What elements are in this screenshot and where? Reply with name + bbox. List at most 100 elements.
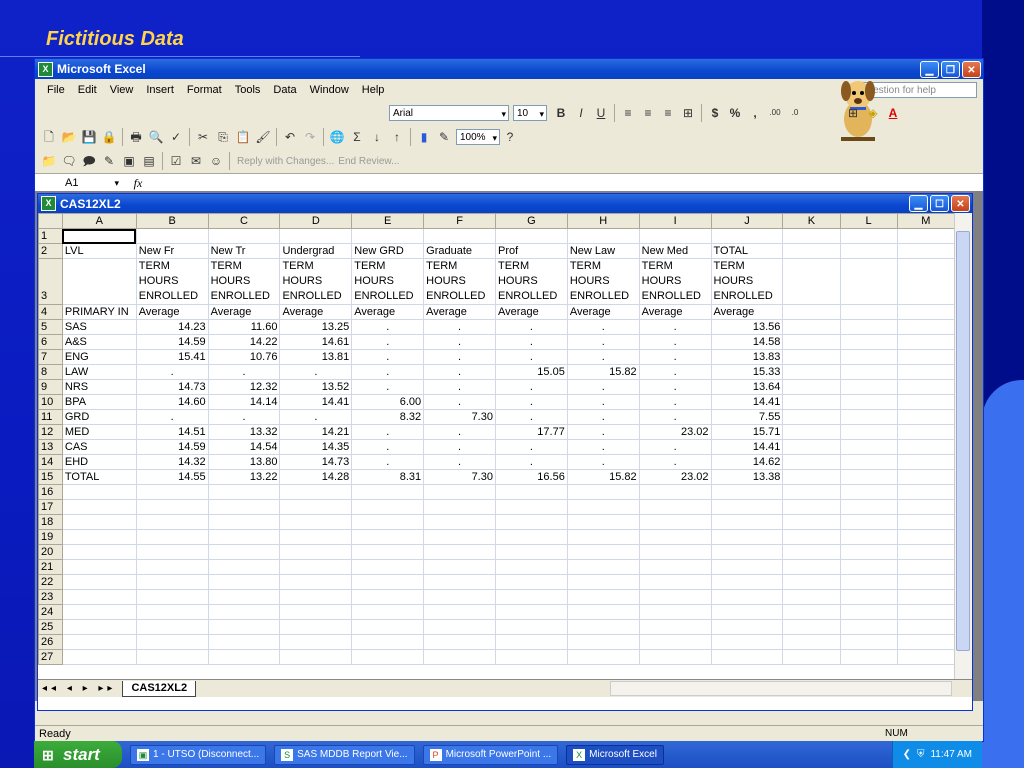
cell[interactable]: . — [135, 409, 209, 425]
cell[interactable] — [839, 258, 898, 305]
cell[interactable] — [782, 514, 841, 530]
permission-icon[interactable]: 🔒 — [101, 129, 117, 145]
cell[interactable] — [207, 649, 281, 665]
row-header[interactable]: 11 — [38, 409, 63, 425]
cell[interactable] — [782, 454, 841, 470]
cell[interactable]: TOTAL — [710, 243, 784, 259]
print-icon[interactable]: 🖶 — [128, 129, 144, 145]
cell[interactable] — [135, 514, 209, 530]
cell[interactable] — [423, 649, 496, 665]
cell[interactable]: . — [638, 334, 712, 350]
menu-format[interactable]: Format — [187, 84, 222, 96]
cell[interactable]: GRD — [61, 409, 137, 425]
cell[interactable]: . — [423, 319, 496, 335]
row-header[interactable]: 15 — [38, 469, 63, 485]
cell[interactable]: . — [494, 349, 568, 365]
cell[interactable] — [566, 484, 640, 500]
cell[interactable] — [896, 604, 955, 620]
row-header[interactable]: 12 — [38, 424, 63, 440]
cell[interactable]: . — [638, 439, 712, 455]
cell[interactable] — [207, 574, 281, 590]
column-header[interactable]: L — [839, 213, 898, 229]
cell[interactable] — [896, 634, 955, 650]
font-color-icon[interactable]: A — [885, 105, 901, 121]
cell[interactable] — [279, 589, 353, 605]
cell[interactable] — [351, 634, 425, 650]
cell[interactable] — [710, 228, 784, 244]
menu-view[interactable]: View — [110, 84, 134, 96]
cell[interactable] — [423, 544, 496, 560]
row-header[interactable]: 24 — [38, 604, 63, 620]
folder-icon[interactable]: 📁 — [41, 153, 57, 169]
cell[interactable] — [782, 469, 841, 485]
cell[interactable] — [61, 619, 137, 635]
cell[interactable]: 7.30 — [423, 469, 496, 485]
cell[interactable] — [423, 559, 496, 575]
cell[interactable] — [782, 319, 841, 335]
cell[interactable] — [423, 589, 496, 605]
cell[interactable]: Average — [423, 304, 496, 320]
cell[interactable] — [351, 574, 425, 590]
cell[interactable]: . — [494, 454, 568, 470]
menu-help[interactable]: Help — [362, 84, 385, 96]
cell[interactable] — [782, 364, 841, 380]
cell[interactable] — [839, 319, 898, 335]
workbook-maximize-button[interactable]: ☐ — [930, 195, 949, 212]
cell[interactable]: . — [638, 394, 712, 410]
cell[interactable] — [61, 544, 137, 560]
cell[interactable]: . — [423, 349, 496, 365]
edit-comment-icon[interactable]: ✎ — [101, 153, 117, 169]
cell[interactable]: Undergrad — [279, 243, 353, 259]
cell[interactable] — [638, 514, 712, 530]
row-header[interactable]: 5 — [38, 319, 63, 335]
cell[interactable] — [782, 544, 841, 560]
bold-icon[interactable]: B — [553, 105, 569, 121]
cell[interactable] — [279, 228, 353, 244]
cell[interactable] — [423, 604, 496, 620]
row-header[interactable]: 2 — [38, 243, 63, 259]
cell[interactable] — [896, 319, 955, 335]
cell[interactable] — [207, 484, 281, 500]
cell[interactable]: . — [566, 409, 640, 425]
cell[interactable] — [896, 349, 955, 365]
cell[interactable] — [351, 499, 425, 515]
row-header[interactable]: 20 — [38, 544, 63, 560]
column-header[interactable]: F — [423, 213, 496, 229]
column-header[interactable]: B — [135, 213, 209, 229]
cell[interactable] — [896, 394, 955, 410]
row-header[interactable]: 3 — [38, 258, 63, 305]
row-header[interactable]: 10 — [38, 394, 63, 410]
cell[interactable] — [839, 439, 898, 455]
cell[interactable] — [638, 499, 712, 515]
cell[interactable] — [839, 409, 898, 425]
cell[interactable]: . — [423, 439, 496, 455]
row-header[interactable]: 19 — [38, 529, 63, 545]
active-cell[interactable] — [61, 228, 137, 244]
tray-arrow-icon[interactable]: ❮ — [903, 749, 911, 760]
cell[interactable]: 14.35 — [279, 439, 353, 455]
cell[interactable] — [279, 634, 353, 650]
cell[interactable]: 13.22 — [207, 469, 281, 485]
chart-wizard-icon[interactable]: ▮ — [416, 129, 432, 145]
cell[interactable]: . — [279, 409, 353, 425]
cell[interactable] — [782, 574, 841, 590]
row-header[interactable]: 26 — [38, 634, 63, 650]
cell[interactable] — [896, 409, 955, 425]
cell[interactable] — [839, 544, 898, 560]
cell[interactable]: . — [351, 349, 425, 365]
cell[interactable] — [494, 589, 568, 605]
cell[interactable] — [710, 484, 784, 500]
cell[interactable]: . — [351, 319, 425, 335]
column-header[interactable]: D — [279, 213, 353, 229]
cell[interactable] — [638, 619, 712, 635]
row-header[interactable]: 18 — [38, 514, 63, 530]
cell[interactable]: New Law — [566, 243, 640, 259]
cell[interactable]: 12.32 — [207, 379, 281, 395]
cell[interactable] — [782, 439, 841, 455]
cell[interactable] — [423, 619, 496, 635]
cell[interactable]: 14.60 — [135, 394, 209, 410]
cell[interactable] — [839, 334, 898, 350]
italic-icon[interactable]: I — [573, 105, 589, 121]
cell[interactable]: TERM HOURS ENROLLED — [638, 258, 712, 305]
cell[interactable]: Average — [710, 304, 784, 320]
